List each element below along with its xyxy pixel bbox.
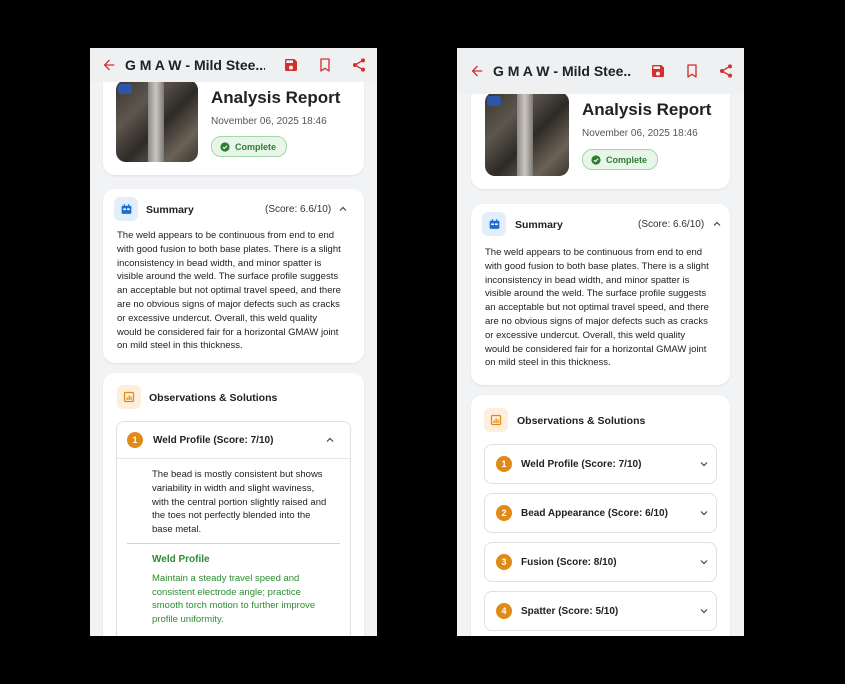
item-number: 2: [496, 505, 512, 521]
phone-screen-right: G M A W - Mild Stee... Analysis Report N…: [457, 48, 744, 636]
item-number: 3: [496, 554, 512, 570]
app-bar-title: G M A W - Mild Stee...: [125, 57, 265, 73]
summary-text: The weld appears to be continuous from e…: [117, 230, 341, 352]
observation-item[interactable]: 2 Bead Appearance (Score: 6/10): [484, 493, 717, 533]
report-date: November 06, 2025 18:46: [582, 128, 698, 139]
summary-score: (Score: 6.6/10): [265, 204, 332, 215]
observations-label: Observations & Solutions: [517, 415, 646, 427]
check-circle-icon: [220, 141, 230, 152]
observations-icon: [484, 408, 508, 432]
app-bar: G M A W - Mild Stee...: [90, 48, 377, 82]
chevron-down-icon[interactable]: [698, 605, 710, 617]
report-title: Analysis Report: [582, 100, 712, 119]
report-date: November 06, 2025 18:46: [211, 116, 327, 127]
share-icon[interactable]: [718, 63, 734, 79]
chevron-down-icon[interactable]: [698, 556, 710, 568]
observation-item[interactable]: 1 Weld Profile (Score: 7/10): [484, 444, 717, 484]
status-badge: Complete: [582, 149, 659, 170]
report-header-card: Analysis Report November 06, 2025 18:46 …: [103, 68, 364, 175]
observation-item[interactable]: 3 Fusion (Score: 8/10): [484, 542, 717, 582]
summary-icon: [482, 212, 506, 236]
phone-screen-left: G M A W - Mild Stee... Analysis Report N…: [90, 48, 377, 636]
solution-text: Maintain a steady travel speed and consi…: [152, 573, 316, 625]
report-title: Analysis Report: [211, 88, 341, 107]
observation-item[interactable]: 4 Spatter (Score: 5/10): [484, 591, 717, 631]
summary-text: The weld appears to be continuous from e…: [485, 247, 709, 369]
item-number: 1: [127, 432, 143, 448]
chevron-down-icon[interactable]: [698, 507, 710, 519]
observations-label: Observations & Solutions: [149, 392, 278, 404]
share-icon[interactable]: [351, 57, 367, 73]
back-arrow-icon[interactable]: [101, 57, 117, 73]
item-description: The bead is mostly consistent but shows …: [152, 469, 327, 536]
status-label: Complete: [606, 154, 648, 165]
summary-label: Summary: [515, 219, 563, 231]
status-badge: Complete: [211, 136, 288, 157]
observations-card: Observations & Solutions 1 Weld Profile …: [103, 373, 364, 636]
item-number: 1: [496, 456, 512, 472]
chevron-up-icon[interactable]: [324, 434, 336, 446]
observations-icon: [117, 385, 141, 409]
save-icon[interactable]: [650, 63, 666, 79]
observations-card: Observations & Solutions 1 Weld Profile …: [471, 395, 730, 636]
chevron-up-icon[interactable]: [337, 203, 349, 215]
item-label: Weld Profile (Score: 7/10): [521, 459, 642, 470]
app-bar: G M A W - Mild Stee...: [457, 48, 744, 94]
solution-title: Weld Profile: [152, 554, 210, 565]
chevron-down-icon[interactable]: [698, 458, 710, 470]
summary-score: (Score: 6.6/10): [638, 219, 705, 230]
weld-photo: [116, 80, 198, 162]
summary-icon: [114, 197, 138, 221]
solution-divider: [127, 543, 340, 544]
bookmark-icon[interactable]: [317, 57, 333, 73]
item-label: Weld Profile (Score: 7/10): [153, 435, 274, 446]
status-label: Complete: [235, 141, 277, 152]
back-arrow-icon[interactable]: [469, 63, 485, 79]
check-circle-icon: [591, 154, 601, 165]
item-label: Spatter (Score: 5/10): [521, 606, 619, 617]
summary-card: Summary (Score: 6.6/10) The weld appears…: [103, 189, 364, 363]
weld-photo: [485, 92, 569, 176]
item-header-divider: [117, 458, 350, 459]
app-bar-title: G M A W - Mild Stee...: [493, 63, 632, 79]
item-label: Bead Appearance (Score: 6/10): [521, 508, 668, 519]
summary-label: Summary: [146, 204, 194, 216]
bookmark-icon[interactable]: [684, 63, 700, 79]
summary-card: Summary (Score: 6.6/10) The weld appears…: [471, 204, 730, 385]
item-label: Fusion (Score: 8/10): [521, 557, 617, 568]
observation-item-expanded[interactable]: 1 Weld Profile (Score: 7/10) The bead is…: [116, 421, 351, 636]
chevron-up-icon[interactable]: [711, 218, 723, 230]
save-icon[interactable]: [283, 57, 299, 73]
report-header-card: Analysis Report November 06, 2025 18:46 …: [471, 78, 730, 189]
item-number: 4: [496, 603, 512, 619]
